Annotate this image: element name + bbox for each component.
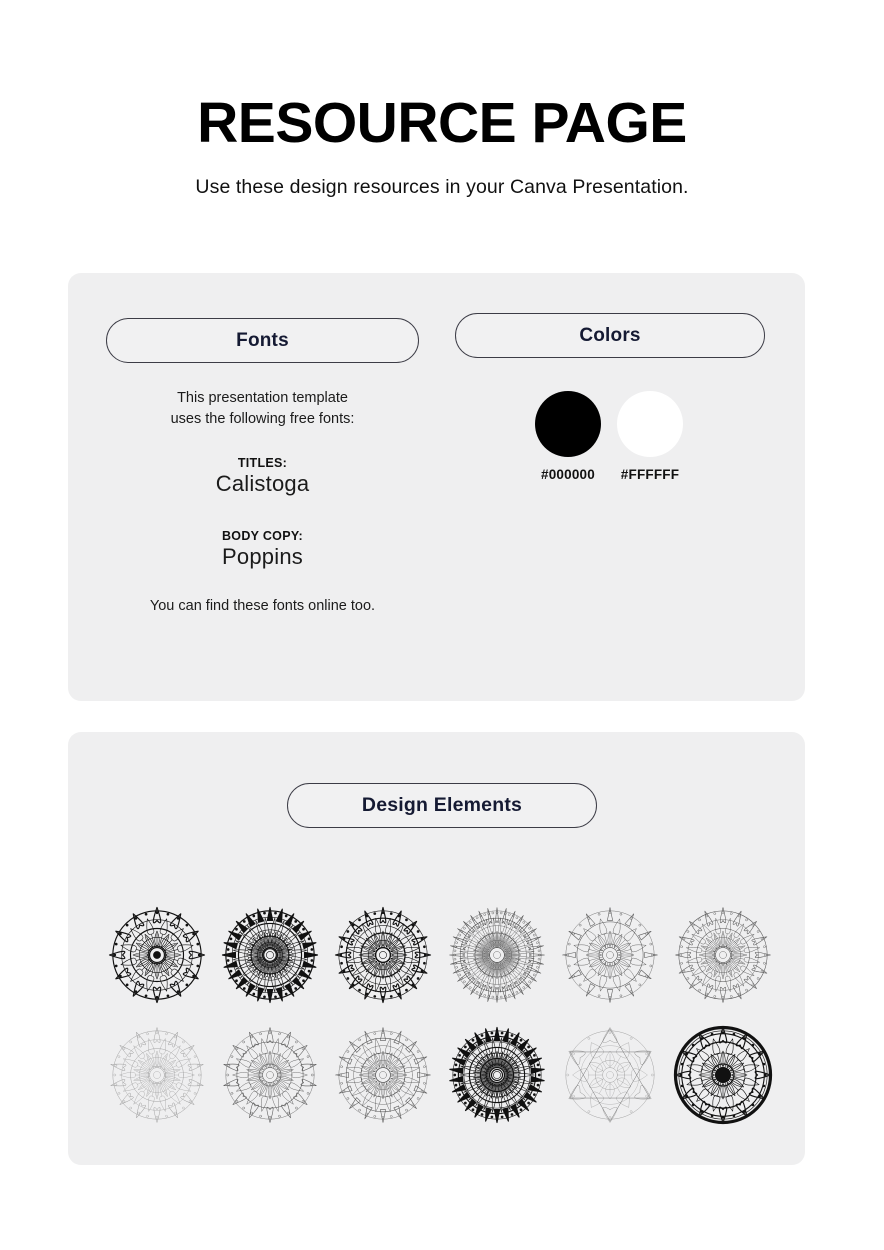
fonts-content: This presentation template uses the foll… bbox=[106, 388, 419, 570]
fonts-intro: This presentation template uses the foll… bbox=[106, 388, 419, 429]
body-font-name: Poppins bbox=[222, 544, 303, 570]
titles-font-block: TITLES: Calistoga bbox=[106, 456, 419, 497]
color-swatch-cell: #000000 bbox=[535, 391, 601, 482]
colors-heading-label: Colors bbox=[579, 324, 641, 346]
page-subtitle: Use these design resources in your Canva… bbox=[195, 175, 689, 198]
page-title: RESOURCE PAGE bbox=[197, 91, 687, 155]
mandala-ornate-medallion-icon[interactable] bbox=[329, 899, 437, 1011]
color-swatch-hex-label: #000000 bbox=[541, 467, 595, 482]
fonts-intro-line-1: This presentation template bbox=[177, 390, 348, 406]
fonts-heading-pill[interactable]: Fonts bbox=[106, 318, 419, 363]
body-font-block: BODY COPY: Poppins bbox=[106, 529, 419, 570]
mandala-dense-scales-icon[interactable] bbox=[443, 1019, 551, 1131]
resource-page: RESOURCE PAGE Use these design resources… bbox=[0, 0, 884, 1250]
design-elements-heading-label: Design Elements bbox=[361, 794, 523, 816]
titles-font-label: TITLES: bbox=[237, 456, 288, 471]
color-swatch-row: #000000 #FFFFFF bbox=[455, 391, 765, 482]
color-swatch-circle[interactable] bbox=[617, 391, 683, 457]
mandala-spiked-wave-icon[interactable] bbox=[329, 1019, 437, 1131]
page-header: RESOURCE PAGE Use these design resources… bbox=[0, 0, 884, 199]
mandala-lace-circle-icon[interactable] bbox=[443, 899, 551, 1011]
design-elements-heading-pill[interactable]: Design Elements bbox=[287, 783, 597, 828]
mandala-hexagram-icon[interactable] bbox=[556, 1019, 664, 1131]
mandala-leaf-bloom-icon[interactable] bbox=[669, 899, 777, 1011]
fonts-heading-label: Fonts bbox=[236, 329, 289, 351]
mandala-starburst-icon[interactable] bbox=[556, 899, 664, 1011]
mandala-dark-ring-lotus-icon[interactable] bbox=[669, 1019, 777, 1131]
colors-heading-pill[interactable]: Colors bbox=[455, 313, 765, 358]
design-elements-grid bbox=[100, 897, 780, 1132]
color-swatch-circle[interactable] bbox=[535, 391, 601, 457]
titles-font-name: Calistoga bbox=[215, 471, 310, 497]
mandala-floral-bold-icon[interactable] bbox=[103, 899, 211, 1011]
fonts-footer-note: You can find these fonts online too. bbox=[149, 598, 376, 614]
mandala-ringed-rosette-icon[interactable] bbox=[216, 1019, 324, 1131]
fonts-intro-line-2: uses the following free fonts: bbox=[170, 410, 355, 427]
mandala-soft-petal-icon[interactable] bbox=[103, 1019, 211, 1131]
color-swatch-cell: #FFFFFF bbox=[617, 391, 683, 482]
mandala-scale-spiral-icon[interactable] bbox=[216, 899, 324, 1011]
body-font-label: BODY COPY: bbox=[221, 529, 304, 544]
color-swatch-hex-label: #FFFFFF bbox=[620, 467, 680, 482]
